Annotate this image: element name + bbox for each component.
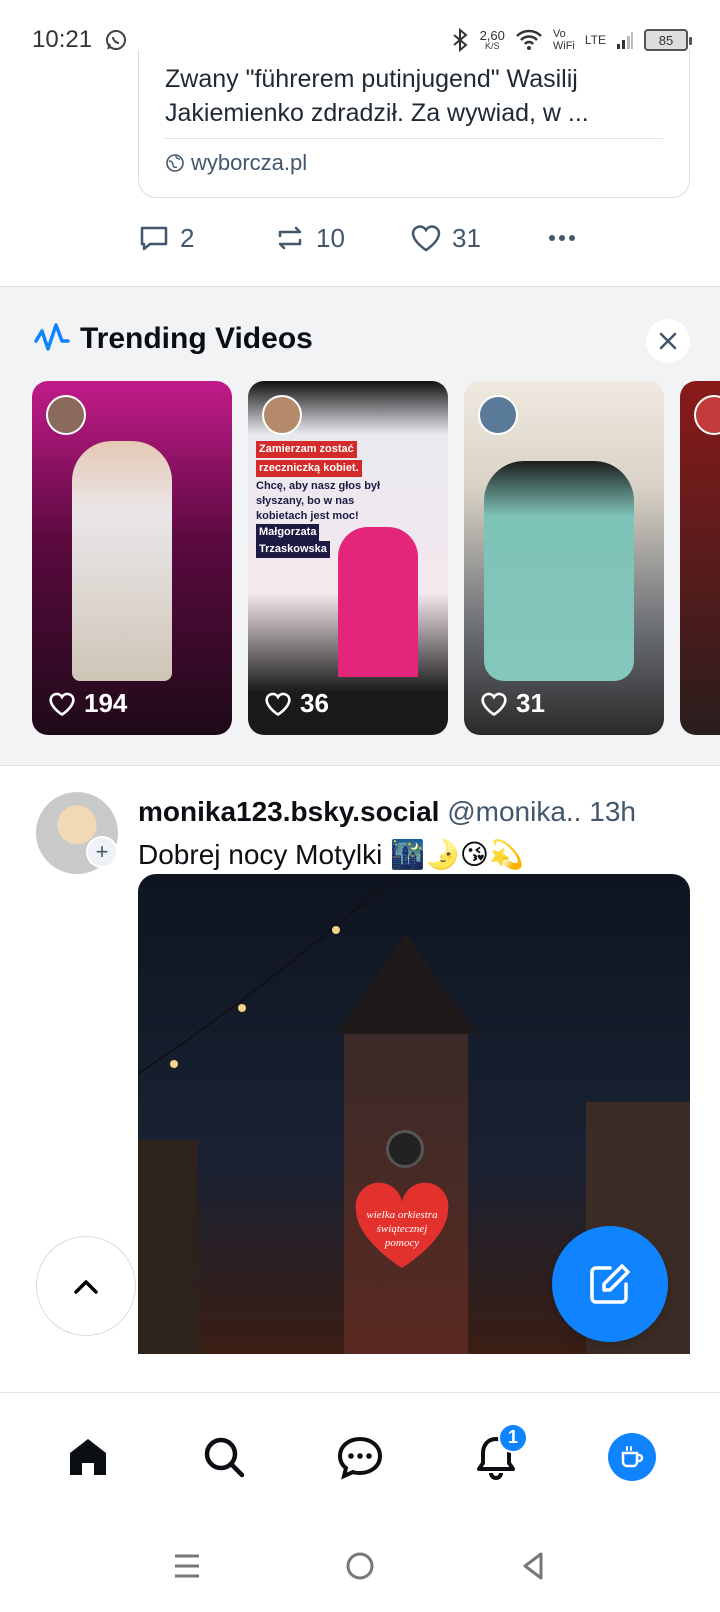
heart-icon — [481, 692, 507, 716]
post-actions: 2 10 31 — [138, 222, 578, 254]
home-circle-icon[interactable] — [342, 1548, 378, 1584]
link-preview-card[interactable]: Zwany "führerem putinjugend" Wasilij Jak… — [138, 50, 690, 198]
svg-text:pomocy: pomocy — [384, 1237, 419, 1249]
svg-text:wielka orkiestra: wielka orkiestra — [366, 1209, 438, 1221]
handle[interactable]: @monika.. — [447, 796, 581, 827]
video-carousel[interactable]: 194 Zamierzam zostać rzeczniczką kobiet.… — [32, 381, 720, 735]
scroll-to-top-button[interactable] — [36, 1236, 136, 1336]
coffee-icon — [621, 1445, 644, 1467]
avatar — [694, 395, 720, 435]
lte-indicator: LTE — [584, 33, 606, 47]
chat-icon — [337, 1436, 383, 1479]
video-likes: 36 — [264, 688, 329, 719]
home-icon — [70, 1438, 106, 1475]
post-time: 13h — [589, 796, 636, 827]
trending-videos-section: Trending Videos 194 Zamierzam zostać rze… — [0, 286, 720, 766]
video-like-count: 36 — [300, 688, 329, 718]
video-like-count: 194 — [84, 688, 128, 718]
video-thumbnail — [484, 461, 634, 681]
trending-header: Trending Videos — [34, 321, 313, 357]
building — [138, 1140, 198, 1354]
search-icon — [204, 1437, 245, 1477]
nav-chat[interactable] — [320, 1417, 400, 1497]
video-card[interactable]: Zamierzam zostać rzeczniczką kobiet. Chc… — [248, 381, 448, 735]
trending-icon — [34, 323, 70, 351]
heart-icon — [49, 692, 75, 716]
wifi-icon — [515, 29, 542, 50]
link-description: Zwany "führerem putinjugend" Wasilij Jak… — [165, 65, 589, 127]
avatar — [478, 395, 518, 435]
network-speed: 2,60 K/S — [479, 28, 505, 51]
signal-icon — [617, 32, 633, 49]
nav-profile[interactable] — [592, 1417, 672, 1497]
bluetooth-icon — [452, 28, 468, 52]
heart-icon — [265, 692, 291, 716]
reply-button[interactable]: 2 — [138, 222, 274, 254]
link-domain: wyborcza.pl — [165, 150, 307, 176]
whatsapp-icon — [106, 30, 127, 50]
battery-icon: 85 — [644, 29, 692, 51]
repost-count: 10 — [316, 222, 345, 253]
video-likes: 194 — [48, 688, 127, 719]
video-like-count: 31 — [516, 688, 545, 718]
heart-icon — [411, 225, 441, 252]
ellipsis-icon — [549, 235, 575, 241]
svg-text:świątecznej: świątecznej — [377, 1223, 428, 1235]
nav-notifications[interactable]: 1 — [456, 1417, 536, 1497]
globe-icon — [166, 154, 184, 172]
status-time: 10:21 — [32, 26, 93, 53]
avatar — [46, 395, 86, 435]
avatar — [608, 1432, 656, 1481]
compose-icon — [590, 1264, 630, 1304]
notification-badge: 1 — [498, 1422, 528, 1453]
post-text: Dobrej nocy Motylki 🌃🌛😘💫 — [138, 839, 524, 870]
trending-title: Trending Videos — [80, 322, 313, 355]
bottom-nav: 1 — [0, 1392, 720, 1520]
video-thumbnail — [72, 441, 172, 681]
repost-icon — [278, 226, 302, 250]
video-card[interactable]: 194 — [32, 381, 232, 735]
more-options-button[interactable] — [546, 222, 578, 254]
video-likes: 31 — [480, 688, 545, 719]
system-nav — [0, 1520, 720, 1612]
compose-button[interactable] — [552, 1226, 668, 1342]
plus-icon: + — [95, 839, 109, 864]
display-name[interactable]: monika123.bsky.social — [138, 796, 439, 827]
close-trending-button[interactable] — [646, 319, 690, 363]
tower-roof — [334, 934, 478, 1034]
divider — [165, 138, 663, 139]
video-card[interactable]: 31 — [464, 381, 664, 735]
post-meta: monika123.bsky.social @monika.. 13h — [138, 796, 636, 828]
close-icon — [659, 332, 677, 350]
reply-count: 2 — [180, 222, 195, 253]
nav-search[interactable] — [184, 1417, 264, 1497]
follow-button[interactable]: + — [86, 836, 118, 868]
chevron-up-icon — [74, 1280, 98, 1294]
link-domain-text: wyborcza.pl — [191, 150, 308, 175]
reply-icon — [140, 226, 168, 251]
back-icon[interactable] — [515, 1548, 551, 1584]
repost-button[interactable]: 10 — [274, 222, 410, 254]
heart-logo: wielka orkiestra świątecznej pomocy — [355, 1182, 449, 1268]
video-thumbnail — [338, 527, 418, 677]
video-card[interactable] — [680, 381, 720, 735]
clock-icon — [386, 1130, 424, 1168]
like-count: 31 — [452, 222, 481, 253]
like-button[interactable]: 31 — [410, 222, 546, 254]
avatar — [262, 395, 302, 435]
nav-home[interactable] — [48, 1417, 128, 1497]
menu-icon[interactable] — [169, 1548, 205, 1584]
vowifi-indicator: Vo WiFi — [552, 27, 575, 52]
